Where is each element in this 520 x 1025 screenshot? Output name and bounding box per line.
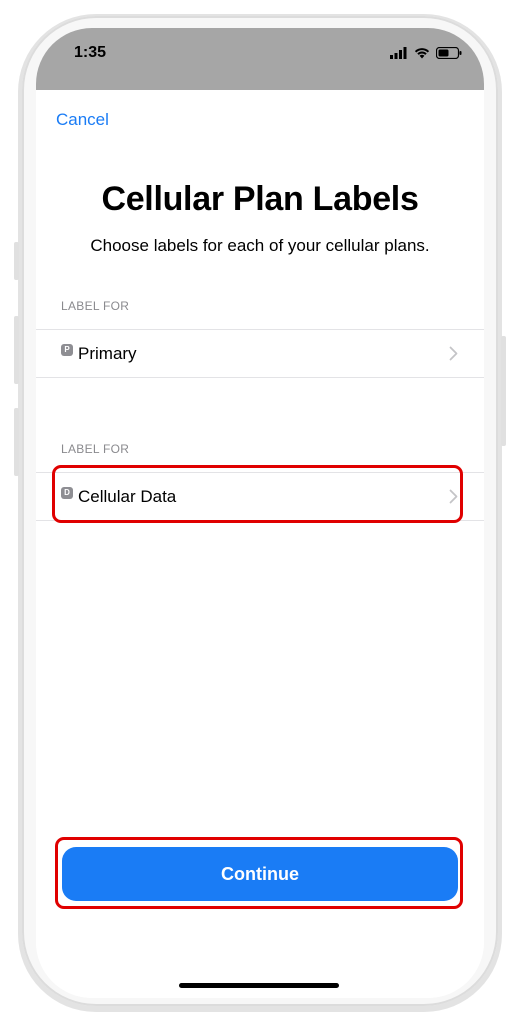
battery-icon	[435, 46, 462, 64]
primary-plan-badge-icon: P	[61, 344, 73, 356]
wifi-icon	[414, 46, 430, 64]
home-indicator	[179, 983, 339, 988]
section-header-primary: LABEL FOR	[61, 299, 130, 313]
page-title: Cellular Plan Labels	[101, 180, 419, 218]
status-icons	[390, 46, 462, 64]
continue-button[interactable]: Continue	[62, 847, 458, 901]
side-button-mute	[14, 242, 19, 280]
phone-screen: 1:35 Cancel Cellular Plan Labels Choose …	[36, 28, 484, 998]
label-row-text: Cellular Data	[78, 487, 177, 506]
page-subtitle: Choose labels for each of your cellular …	[90, 236, 430, 255]
side-button-volume-down	[14, 408, 19, 476]
label-row-cellular-data[interactable]: D Cellular Data	[36, 472, 484, 521]
label-row-primary[interactable]: P Primary	[36, 329, 484, 378]
chevron-right-icon	[449, 489, 458, 509]
chevron-right-icon	[449, 346, 458, 366]
data-plan-badge-icon: D	[61, 487, 73, 499]
cellular-signal-icon	[390, 46, 408, 64]
side-button-volume-up	[14, 316, 19, 384]
status-time: 1:35	[74, 44, 107, 61]
section-header-data: LABEL FOR	[61, 442, 130, 456]
cancel-button[interactable]: Cancel	[56, 110, 109, 130]
side-button-power	[501, 336, 506, 446]
status-bar: 1:35	[36, 28, 484, 90]
label-row-text: Primary	[78, 344, 137, 363]
